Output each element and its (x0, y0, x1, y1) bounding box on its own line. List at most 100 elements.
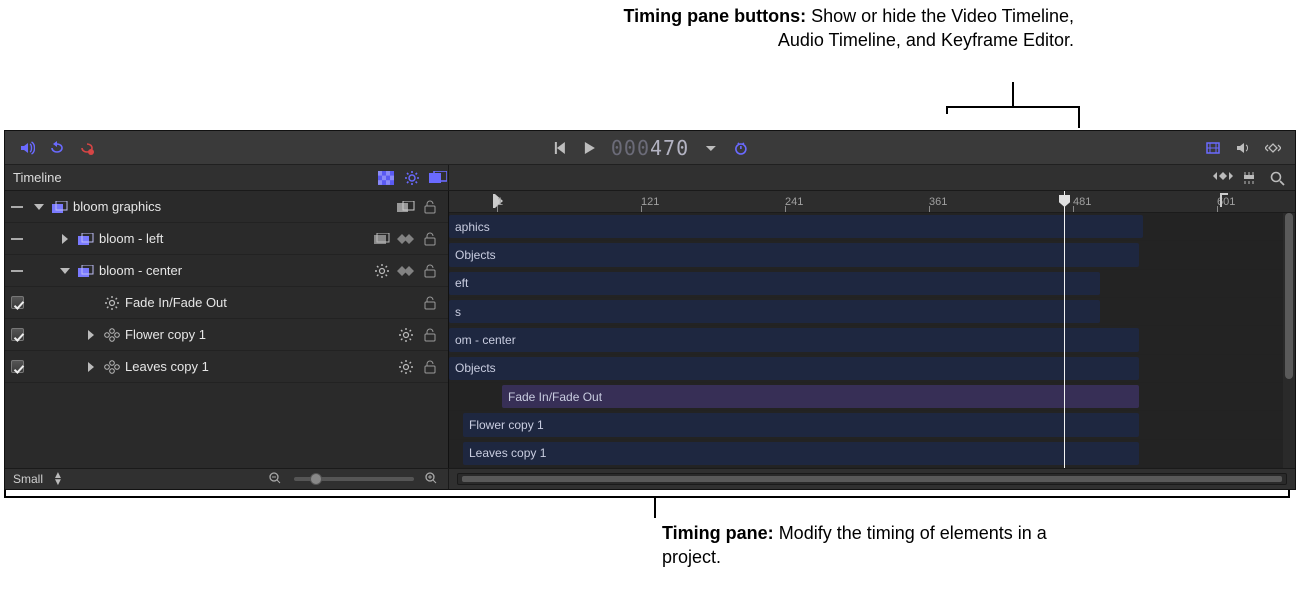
clip[interactable]: s (449, 300, 1100, 323)
go-to-start-icon[interactable] (551, 140, 567, 156)
clip[interactable]: Leaves copy 1 (463, 442, 1139, 465)
zoom-in-icon[interactable] (424, 471, 440, 487)
enable-checkbox[interactable] (5, 360, 29, 373)
audio-icon[interactable] (19, 140, 35, 156)
layer-name[interactable]: Leaves copy 1 (123, 359, 394, 374)
enable-checkbox[interactable] (5, 270, 29, 272)
enable-checkbox[interactable] (5, 328, 29, 341)
layer-name[interactable]: bloom graphics (71, 199, 394, 214)
timing-pane: 000470 Timeline (4, 130, 1296, 490)
lock-icon[interactable] (418, 264, 442, 278)
timeline-track-area[interactable]: 1121241361481601 aphicsObjectseftsom - c… (449, 191, 1295, 468)
lock-icon[interactable] (418, 360, 442, 374)
layer-row[interactable]: bloom - left (5, 223, 448, 255)
layer-row[interactable]: bloom - center (5, 255, 448, 287)
timeline-footer: Small ▲▼ (5, 468, 1295, 489)
clip[interactable]: Objects (449, 357, 1139, 380)
track-row[interactable]: Leaves copy 1 (449, 440, 1283, 468)
play-icon[interactable] (581, 140, 597, 156)
clip[interactable]: Objects (449, 243, 1139, 266)
track-row[interactable]: Objects (449, 241, 1283, 269)
lock-icon[interactable] (418, 232, 442, 246)
playhead[interactable] (1064, 191, 1065, 468)
clip[interactable]: Fade In/Fade Out (502, 385, 1139, 408)
track-row[interactable]: Fade In/Fade Out (449, 383, 1283, 411)
track-row[interactable]: eft (449, 270, 1283, 298)
annotation-timing-pane: Timing pane: Modify the timing of elemen… (662, 521, 1092, 570)
loop-icon[interactable] (49, 140, 65, 156)
record-icon[interactable] (79, 140, 95, 156)
layer-row[interactable]: bloom graphics (5, 191, 448, 223)
timecode-display[interactable]: 000470 (611, 136, 689, 160)
gear-icon[interactable] (394, 328, 418, 342)
chevron-down-icon[interactable] (703, 140, 719, 156)
zoom-out-icon[interactable] (268, 471, 284, 487)
snap-icon[interactable] (1241, 170, 1257, 186)
callout-line-bottom (654, 496, 656, 518)
disclosure-triangle[interactable] (29, 202, 49, 212)
duration-icon[interactable] (733, 140, 749, 156)
clip[interactable]: Flower copy 1 (463, 413, 1139, 436)
enable-checkbox[interactable] (5, 296, 29, 309)
transport-toolbar: 000470 (5, 131, 1295, 165)
ruler-tick: 1 (497, 191, 503, 212)
zoom-slider[interactable] (294, 477, 414, 481)
ruler-tick: 361 (929, 191, 947, 212)
video-timeline-button[interactable] (1205, 140, 1221, 156)
lock-icon[interactable] (418, 328, 442, 342)
ruler-tick: 241 (785, 191, 803, 212)
disclosure-triangle[interactable] (81, 362, 101, 372)
gear-icon[interactable] (370, 264, 394, 278)
mask-icon[interactable] (394, 201, 418, 213)
clip-label: Leaves copy 1 (469, 446, 546, 460)
layer-name[interactable]: Flower copy 1 (123, 327, 394, 342)
vertical-scrollbar[interactable] (1283, 213, 1295, 468)
layer-row[interactable]: Leaves copy 1 (5, 351, 448, 383)
clip-label: s (455, 305, 461, 319)
checker-icon[interactable] (376, 169, 396, 187)
zoom-icon[interactable] (1269, 170, 1285, 186)
keyframe-nav-icon[interactable] (1213, 170, 1229, 186)
track-row[interactable]: s (449, 298, 1283, 326)
lock-icon[interactable] (418, 296, 442, 310)
layer-name[interactable]: bloom - center (97, 263, 370, 278)
filters-icon[interactable] (394, 266, 418, 276)
enable-checkbox[interactable] (5, 206, 29, 208)
row-size-selector[interactable]: Small (13, 472, 43, 486)
track-row[interactable]: Flower copy 1 (449, 411, 1283, 439)
clip-label: Objects (455, 361, 496, 375)
gear-icon[interactable] (394, 360, 418, 374)
clip[interactable]: om - center (449, 328, 1139, 351)
disclosure-triangle[interactable] (55, 234, 75, 244)
keyframe-editor-button[interactable] (1265, 140, 1281, 156)
timeline-body: bloom graphics bloom - left bloom - center… (5, 191, 1295, 468)
stack-icon[interactable] (370, 233, 394, 245)
callout-bracket-bottom (4, 496, 1290, 498)
filters-icon[interactable] (394, 234, 418, 244)
disclosure-triangle[interactable] (55, 266, 75, 276)
clip[interactable]: eft (449, 272, 1100, 295)
layer-name[interactable]: bloom - left (97, 231, 370, 246)
disclosure-triangle[interactable] (81, 330, 101, 340)
audio-timeline-button[interactable] (1235, 140, 1251, 156)
enable-checkbox[interactable] (5, 238, 29, 240)
clip-label: Fade In/Fade Out (508, 390, 602, 404)
out-point-icon[interactable] (1220, 193, 1228, 207)
tracks-container[interactable]: aphics Objects eft s om - center Objects Fade … (449, 213, 1283, 468)
layer-list: bloom graphics bloom - left bloom - center… (5, 191, 449, 468)
stepper-icon[interactable]: ▲▼ (53, 472, 63, 486)
clip[interactable]: aphics (449, 215, 1143, 238)
horizontal-scrollbar[interactable] (457, 473, 1287, 485)
clip-label: om - center (455, 333, 516, 347)
lock-icon[interactable] (418, 200, 442, 214)
track-row[interactable]: aphics (449, 213, 1283, 241)
layer-row[interactable]: Fade In/Fade Out (5, 287, 448, 319)
layer-row[interactable]: Flower copy 1 (5, 319, 448, 351)
time-ruler[interactable]: 1121241361481601 (449, 191, 1295, 213)
timeline-title: Timeline (13, 170, 370, 185)
track-row[interactable]: om - center (449, 326, 1283, 354)
gear-icon[interactable] (402, 169, 422, 187)
layer-name[interactable]: Fade In/Fade Out (123, 295, 418, 310)
mask-icon[interactable] (428, 169, 448, 187)
track-row[interactable]: Objects (449, 355, 1283, 383)
